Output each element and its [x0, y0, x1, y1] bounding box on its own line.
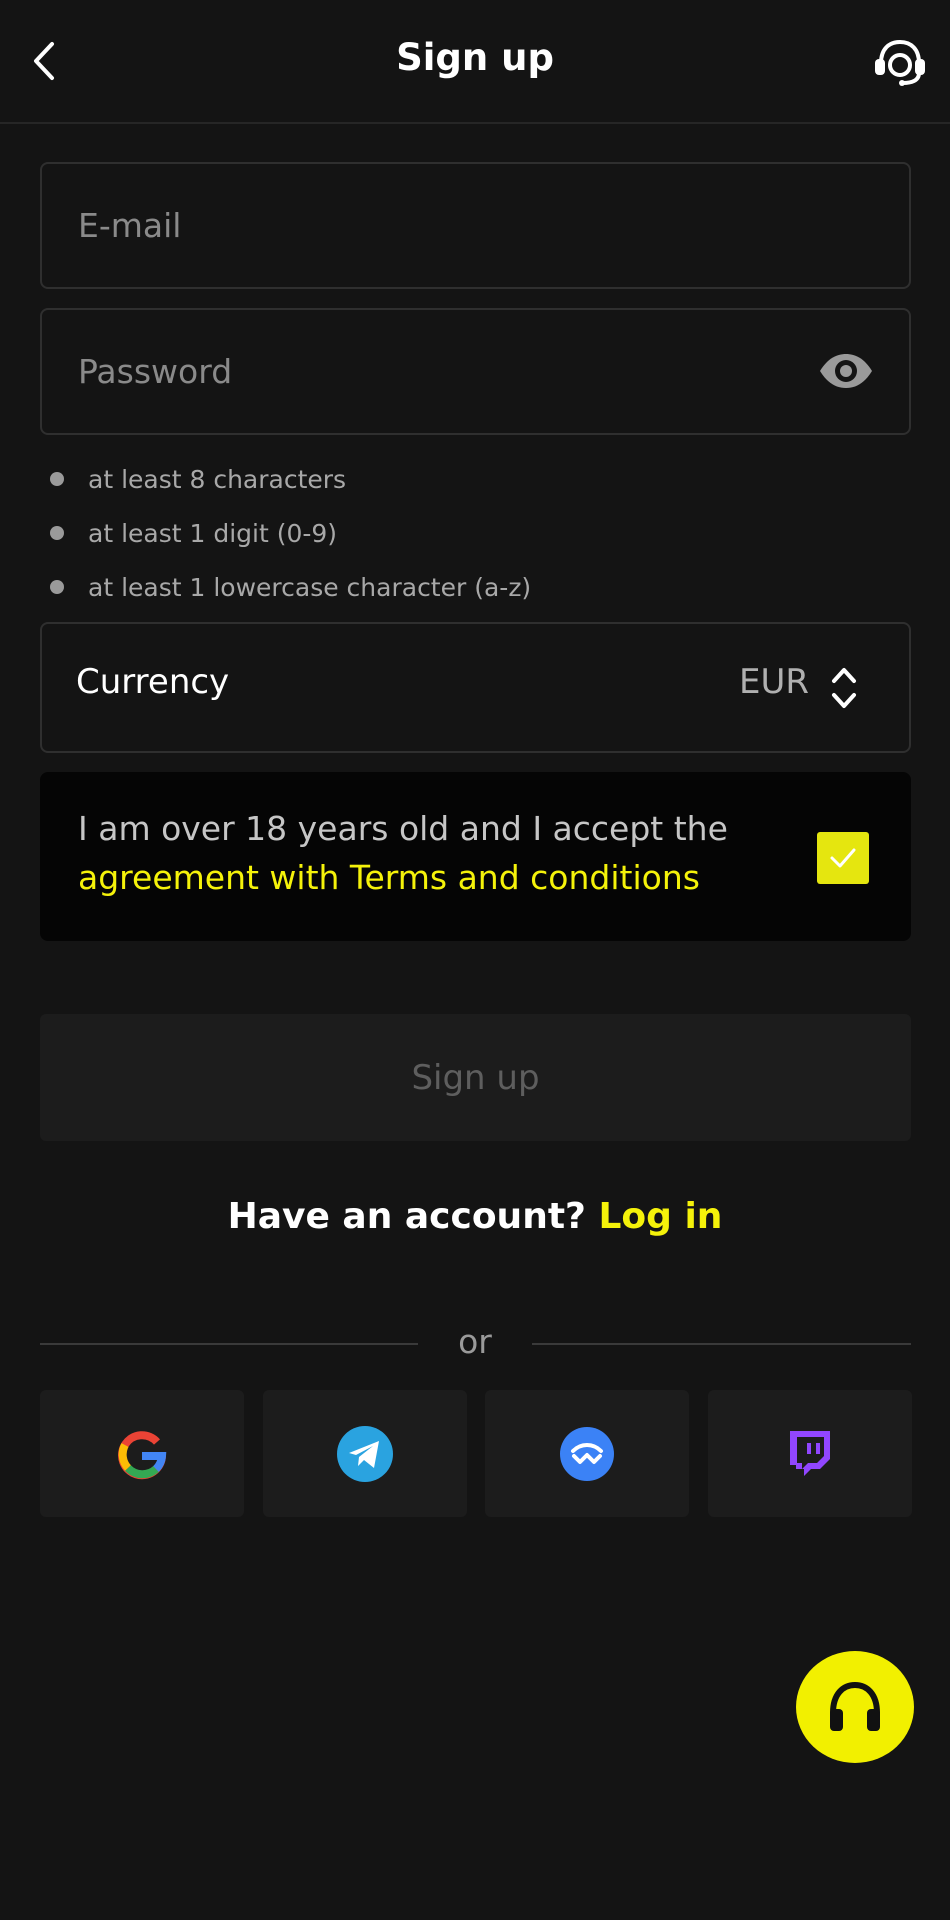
currency-select[interactable]: Currency EUR: [40, 622, 911, 753]
telegram-icon: [337, 1425, 393, 1482]
password-rule-text: at least 8 characters: [88, 464, 347, 494]
terms-link[interactable]: agreement with Terms and conditions: [78, 858, 700, 897]
password-requirements: at least 8 characters at least 1 digit (…: [48, 452, 908, 614]
header: Sign up: [0, 0, 950, 124]
walletconnect-login-button[interactable]: [485, 1390, 689, 1517]
email-input[interactable]: [78, 164, 778, 287]
terms-box: I am over 18 years old and I accept the …: [40, 772, 911, 941]
support-chat-button[interactable]: [796, 1651, 914, 1763]
walletconnect-icon: [560, 1426, 614, 1481]
email-field[interactable]: [40, 162, 911, 289]
twitch-icon: [790, 1430, 830, 1476]
terms-text: I am over 18 years old and I accept the …: [78, 804, 778, 902]
password-rule: at least 8 characters: [48, 452, 908, 506]
password-rule: at least 1 digit (0-9): [48, 506, 908, 560]
page-title: Sign up: [396, 36, 554, 79]
support-button[interactable]: [868, 30, 932, 94]
login-prompt-text: Have an account?: [227, 1196, 586, 1237]
show-password-button[interactable]: [817, 348, 875, 394]
twitch-login-button[interactable]: [708, 1390, 912, 1517]
bullet-icon: [50, 526, 64, 540]
currency-value: EUR: [739, 662, 809, 702]
terms-checkbox[interactable]: [817, 832, 869, 884]
telegram-login-button[interactable]: [263, 1390, 467, 1517]
password-rule: at least 1 lowercase character (a-z): [48, 560, 908, 614]
google-login-button[interactable]: [40, 1390, 244, 1517]
bullet-icon: [50, 472, 64, 486]
password-field[interactable]: [40, 308, 911, 435]
login-link[interactable]: Log in: [598, 1196, 722, 1237]
divider-or: or: [458, 1322, 492, 1361]
eye-icon: [820, 354, 872, 388]
terms-statement: I am over 18 years old and I accept the: [78, 809, 728, 848]
currency-label: Currency: [76, 662, 230, 702]
checkmark-icon: [830, 848, 856, 868]
password-rule-text: at least 1 digit (0-9): [88, 518, 338, 548]
divider-line-right: [532, 1343, 911, 1345]
bullet-icon: [50, 580, 64, 594]
sort-arrows-icon: [832, 668, 856, 708]
support-agent-icon: [875, 39, 925, 86]
google-icon: [118, 1430, 167, 1479]
password-input[interactable]: [78, 310, 778, 433]
headphones-icon: [830, 1681, 880, 1731]
sign-up-button[interactable]: Sign up: [40, 1014, 911, 1141]
password-rule-text: at least 1 lowercase character (a-z): [88, 572, 532, 602]
login-prompt: Have an account? Log in: [0, 1196, 950, 1237]
